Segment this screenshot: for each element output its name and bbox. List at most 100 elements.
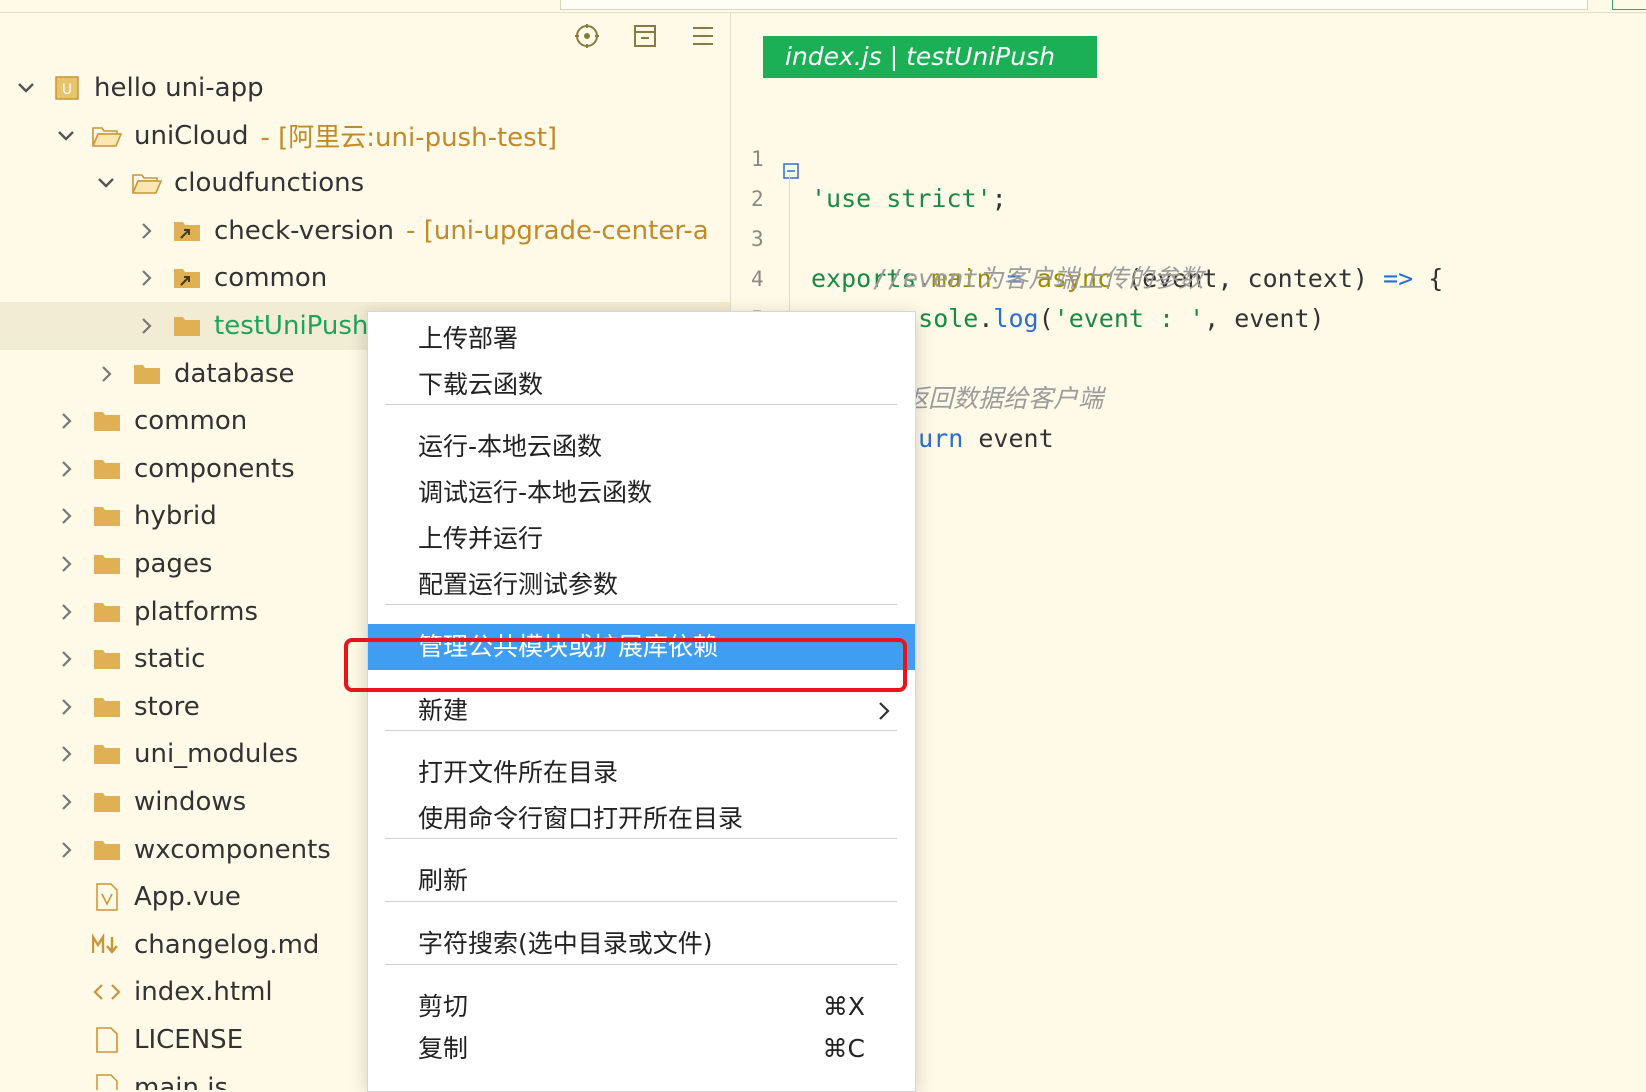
- menu-item-2[interactable]: 下载云函数: [368, 362, 915, 408]
- menu-item-14[interactable]: 复制 ⌘C: [368, 1026, 915, 1072]
- folder-icon: [132, 361, 162, 387]
- menu-item-label: 复制: [418, 1034, 469, 1063]
- project-icon: U: [52, 75, 82, 101]
- search-input[interactable]: [560, 0, 1588, 10]
- tree-item-label: common: [134, 406, 248, 437]
- chevron-right-icon[interactable]: [134, 314, 158, 338]
- menu-item-label: 打开文件所在目录: [418, 758, 619, 787]
- tree-item-label: store: [134, 691, 200, 722]
- tree-item-label: cloudfunctions: [174, 168, 365, 199]
- vue-file-icon: [92, 883, 122, 911]
- tree-item-label: hello uni-app: [94, 73, 264, 103]
- chevron-right-icon[interactable]: [54, 695, 78, 719]
- folder-icon: [92, 551, 122, 577]
- menu-item-label: 刷新: [418, 866, 469, 895]
- js-file-icon: [92, 1073, 122, 1090]
- folder-icon: [92, 599, 122, 625]
- cloud-folder-icon: [172, 218, 202, 244]
- tree-item-label: database: [174, 358, 295, 389]
- chevron-right-icon[interactable]: [94, 362, 118, 386]
- code-line-1[interactable]: 1 'use strict';: [731, 99, 1646, 213]
- menu-item-12[interactable]: 字符搜索(选中目录或文件): [368, 921, 915, 967]
- chevron-right-icon[interactable]: [134, 266, 158, 290]
- html-file-icon: [92, 979, 122, 1005]
- menu-item-label: 上传并运行: [418, 524, 544, 553]
- tree-item-label: wxcomponents: [134, 834, 331, 865]
- folder-icon: [92, 837, 122, 863]
- tree-item-label: components: [134, 453, 295, 484]
- menu-item-label: 新建: [418, 696, 469, 725]
- tree-item-label: App.vue: [134, 882, 241, 913]
- menu-item-10[interactable]: 使用命令行窗口打开所在目录: [368, 796, 915, 842]
- tree-item-label: pages: [134, 549, 213, 579]
- chevron-down-icon[interactable]: [14, 76, 38, 100]
- indent-guide: [789, 175, 790, 315]
- menu-item-1[interactable]: 上传部署: [368, 316, 915, 362]
- folder-icon: [92, 694, 122, 720]
- chevron-right-icon[interactable]: [54, 742, 78, 766]
- menu-item-9[interactable]: 打开文件所在目录: [368, 750, 915, 796]
- tree-item-label: changelog.md: [134, 929, 320, 960]
- tree-item-label: hybrid: [134, 501, 217, 532]
- chevron-right-icon[interactable]: [54, 457, 78, 481]
- menu-item-label: 运行-本地云函数: [418, 432, 603, 461]
- tree-item-label: platforms: [134, 596, 259, 627]
- folder-icon: [92, 408, 122, 434]
- collapse-icon[interactable]: [630, 21, 660, 51]
- tree-item-label: main.js: [134, 1072, 228, 1090]
- chevron-down-icon[interactable]: [54, 124, 78, 148]
- menu-item-shortcut: ⌘X: [822, 992, 865, 1021]
- menu-item-label: 字符搜索(选中目录或文件): [418, 929, 713, 958]
- folder-icon: [92, 646, 122, 672]
- menu-item-8[interactable]: 新建: [368, 688, 915, 734]
- submenu-arrow-icon: [877, 688, 891, 749]
- chevron-right-icon[interactable]: [54, 552, 78, 576]
- menu-item-label: 使用命令行窗口打开所在目录: [418, 804, 744, 833]
- tree-item-unicloud[interactable]: uniCloud - [阿里云:uni-push-test]: [0, 112, 730, 160]
- folder-icon: [172, 313, 202, 339]
- chevron-down-icon[interactable]: [94, 171, 118, 195]
- tree-item-common[interactable]: common: [0, 254, 730, 302]
- cloud-folder-icon: [172, 265, 202, 291]
- menu-item-5[interactable]: 上传并运行: [368, 516, 915, 562]
- markdown-file-icon: [92, 932, 122, 958]
- fold-toggle-icon[interactable]: [783, 151, 799, 179]
- menu-item-11[interactable]: 刷新: [368, 858, 915, 904]
- menu-item-13[interactable]: 剪切 ⌘X: [368, 984, 915, 1030]
- chevron-right-icon[interactable]: [134, 219, 158, 243]
- menu-item-6[interactable]: 配置运行测试参数: [368, 562, 915, 608]
- context-menu: 上传部署下载云函数运行-本地云函数调试运行-本地云函数 上传并运行配置运行测试参数…: [367, 311, 916, 1092]
- annotation-highlight-box: [344, 638, 907, 692]
- tree-item-label: uni_modules: [134, 739, 299, 770]
- svg-text:U: U: [62, 82, 72, 98]
- code-line-4[interactable]: 4 console.log('event : ', event): [731, 219, 1646, 333]
- chevron-right-icon[interactable]: [54, 790, 78, 814]
- chevron-right-icon[interactable]: [54, 504, 78, 528]
- code-line-2[interactable]: 2 exports.main = async (event, context) …: [731, 139, 1646, 293]
- chevron-right-icon[interactable]: [54, 600, 78, 624]
- menu-icon[interactable]: [688, 21, 718, 51]
- tree-item-cloudfunctions[interactable]: cloudfunctions: [0, 159, 730, 207]
- tree-item-hello-uni-app[interactable]: Uhello uni-app: [0, 64, 730, 112]
- tree-item-check-version[interactable]: check-version - [uni-upgrade-center-a: [0, 207, 730, 255]
- chevron-right-icon[interactable]: [54, 838, 78, 862]
- chevron-right-icon[interactable]: [54, 409, 78, 433]
- locate-icon[interactable]: [572, 21, 602, 51]
- tree-item-label: static: [134, 644, 206, 675]
- top-bar: [0, 0, 1646, 13]
- code-line-5[interactable]: 5: [731, 259, 1646, 331]
- folder-open-icon: [92, 123, 122, 149]
- tree-item-label: index.html: [134, 977, 273, 1008]
- chevron-right-icon[interactable]: [54, 647, 78, 671]
- menu-item-3[interactable]: 运行-本地云函数: [368, 424, 915, 470]
- tree-item-suffix: - [阿里云:uni-push-test]: [260, 123, 558, 154]
- top-right-control[interactable]: [1612, 0, 1646, 10]
- menu-item-label: 下载云函数: [418, 370, 544, 399]
- editor-tab-badge: index.js | testUniPush: [763, 36, 1097, 78]
- menu-item-4[interactable]: 调试运行-本地云函数: [368, 470, 915, 516]
- menu-item-label: 调试运行-本地云函数: [418, 478, 653, 507]
- code-line-3[interactable]: 3 //event为客户端上传的参数: [731, 179, 1646, 293]
